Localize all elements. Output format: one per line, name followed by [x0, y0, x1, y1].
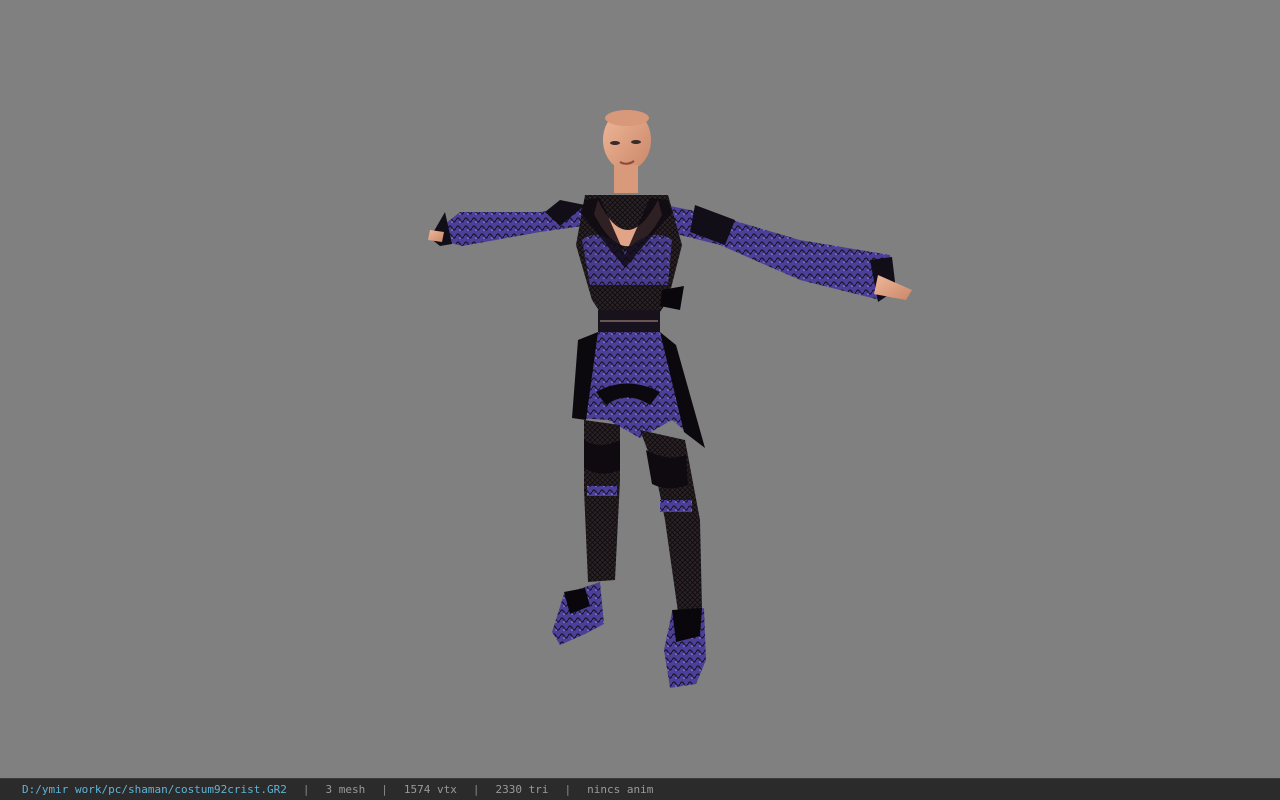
file-path: D:/ymir work/pc/shaman/costum92crist.GR2	[22, 783, 287, 796]
model-neck	[614, 165, 638, 193]
vertex-count: 1574 vtx	[403, 783, 457, 796]
3d-viewport[interactable]	[0, 0, 1280, 778]
separator: |	[472, 783, 480, 796]
mesh-count: 3 mesh	[325, 783, 366, 796]
character-model	[428, 110, 912, 688]
separator: |	[302, 783, 310, 796]
separator: |	[381, 783, 388, 796]
triangle-count: 2330 tri	[495, 783, 549, 796]
animation-status: nincs anim	[587, 783, 654, 796]
separator: |	[564, 783, 572, 796]
status-bar: D:/ymir work/pc/shaman/costum92crist.GR2…	[0, 778, 1280, 800]
